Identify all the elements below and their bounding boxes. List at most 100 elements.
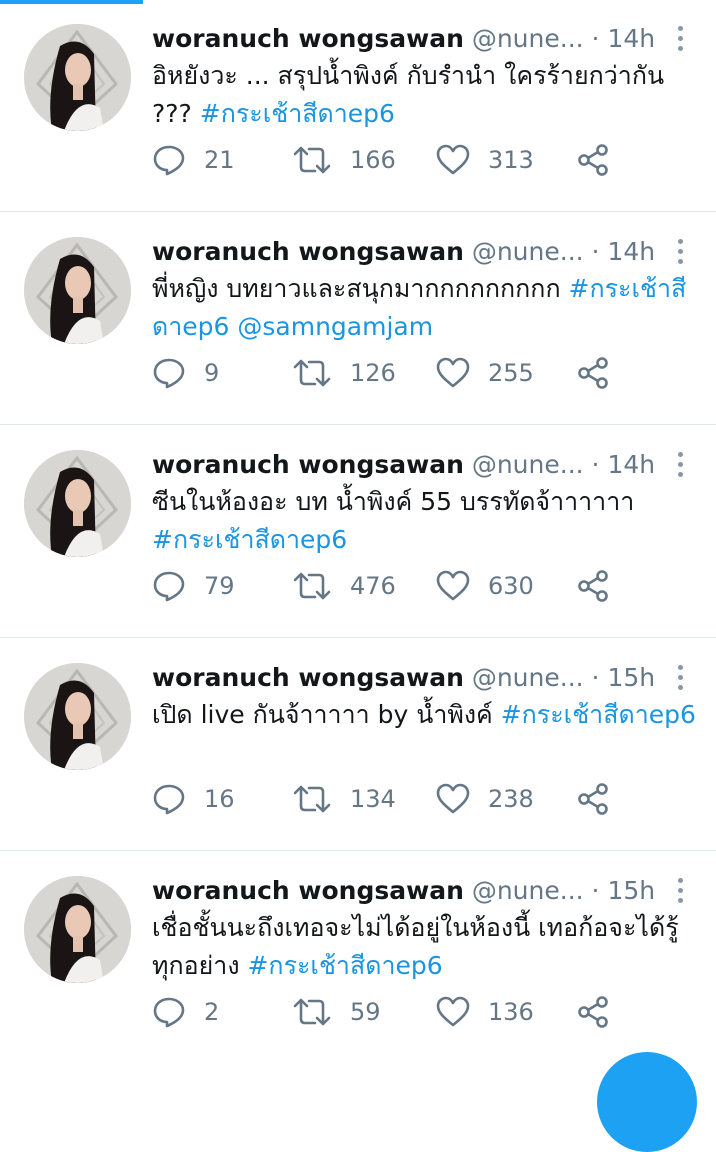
hashtag-link[interactable]: #กระเช้าสีดาep6: [247, 951, 442, 980]
avatar-image: [24, 24, 131, 131]
tweet-time: 14h: [607, 24, 656, 53]
avatar-image: [24, 876, 131, 983]
like-button[interactable]: 630: [436, 566, 534, 606]
tweet-item[interactable]: woranuch wongsawan @nune... · 15h เชื่อช…: [0, 852, 716, 1064]
tweet-header: woranuch wongsawan @nune... · 14h: [152, 448, 656, 482]
reply-count: 79: [204, 572, 235, 600]
author-handle[interactable]: @nune...: [472, 450, 584, 479]
author-name[interactable]: woranuch wongsawan: [152, 24, 464, 53]
share-icon: [578, 996, 608, 1028]
tweet-body: พี่หญิง บทยาวและสนุกมากกกกกกกกก: [152, 274, 569, 303]
like-button[interactable]: 313: [436, 140, 534, 180]
author-name[interactable]: woranuch wongsawan: [152, 450, 464, 479]
reply-button[interactable]: 79: [152, 566, 235, 606]
share-button[interactable]: [576, 140, 610, 180]
retweet-count: 126: [350, 359, 396, 387]
share-button[interactable]: [576, 992, 610, 1032]
more-vertical-icon[interactable]: [670, 452, 690, 480]
tweet-item[interactable]: woranuch wongsawan @nune... · 14h พี่หญิ…: [0, 213, 716, 425]
reply-button[interactable]: 16: [152, 779, 235, 819]
tweet-actions: 21 166 313: [152, 140, 672, 180]
tweet-text: ซีนในห้องอะ บท น้ำพิงค์ 55 บรรทัดจ้าาาาา…: [152, 483, 700, 559]
reply-button[interactable]: 9: [152, 353, 219, 393]
reply-icon: [153, 784, 185, 815]
author-handle[interactable]: @nune...: [472, 663, 584, 692]
retweet-icon: [293, 785, 331, 813]
reply-count: 16: [204, 785, 235, 813]
heart-icon: [436, 996, 470, 1027]
share-button[interactable]: [576, 779, 610, 819]
tweet-item[interactable]: woranuch wongsawan @nune... · 14h อิหยัง…: [0, 0, 716, 212]
more-vertical-icon[interactable]: [670, 26, 690, 54]
heart-icon: [436, 144, 470, 175]
reply-button[interactable]: 2: [152, 992, 219, 1032]
share-icon: [578, 570, 608, 602]
avatar-image: [24, 663, 131, 770]
avatar[interactable]: [24, 663, 131, 770]
separator-dot: ·: [591, 450, 600, 479]
retweet-button[interactable]: 59: [292, 992, 381, 1032]
avatar[interactable]: [24, 876, 131, 983]
reply-icon: [153, 145, 185, 176]
retweet-count: 166: [350, 146, 396, 174]
like-count: 255: [488, 359, 534, 387]
author-handle[interactable]: @nune...: [472, 24, 584, 53]
avatar-image: [24, 450, 131, 557]
author-handle[interactable]: @nune...: [472, 876, 584, 905]
retweet-count: 134: [350, 785, 396, 813]
tweet-text: อิหยังวะ ... สรุปน้ำพิงค์ กับรำนำ ใครร้า…: [152, 57, 700, 133]
reply-icon: [153, 997, 185, 1028]
retweet-icon: [293, 998, 331, 1026]
tweet-actions: 16 134 238: [152, 779, 672, 819]
like-count: 630: [488, 572, 534, 600]
share-button[interactable]: [576, 353, 610, 393]
retweet-button[interactable]: 166: [292, 140, 396, 180]
separator-dot: ·: [591, 237, 600, 266]
heart-icon: [436, 357, 470, 388]
separator-dot: ·: [591, 663, 600, 692]
share-button[interactable]: [576, 566, 610, 606]
heart-icon: [436, 570, 470, 601]
avatar[interactable]: [24, 24, 131, 131]
reply-count: 2: [204, 998, 220, 1026]
more-vertical-icon[interactable]: [670, 878, 690, 906]
retweet-button[interactable]: 476: [292, 566, 396, 606]
tweet-actions: 9 126 255: [152, 353, 672, 393]
share-icon: [578, 144, 608, 176]
avatar[interactable]: [24, 450, 131, 557]
retweet-icon: [293, 359, 331, 387]
reply-button[interactable]: 21: [152, 140, 235, 180]
author-name[interactable]: woranuch wongsawan: [152, 237, 464, 266]
tweet-item[interactable]: woranuch wongsawan @nune... · 15h เปิด l…: [0, 639, 716, 851]
like-button[interactable]: 255: [436, 353, 534, 393]
retweet-button[interactable]: 134: [292, 779, 396, 819]
author-name[interactable]: woranuch wongsawan: [152, 663, 464, 692]
reply-count: 21: [204, 146, 235, 174]
tweet-time: 15h: [607, 663, 656, 692]
tweet-header: woranuch wongsawan @nune... · 15h: [152, 661, 656, 695]
retweet-count: 476: [350, 572, 396, 600]
avatar[interactable]: [24, 237, 131, 344]
share-icon: [578, 357, 608, 389]
author-handle[interactable]: @nune...: [472, 237, 584, 266]
tweet-time: 15h: [607, 876, 656, 905]
like-button[interactable]: 136: [436, 992, 534, 1032]
separator-dot: ·: [591, 24, 600, 53]
reply-icon: [153, 571, 185, 602]
tweet-time: 14h: [607, 450, 656, 479]
retweet-button[interactable]: 126: [292, 353, 396, 393]
retweet-count: 59: [350, 998, 381, 1026]
hashtag-link[interactable]: #กระเช้าสีดาep6: [152, 525, 347, 554]
compose-tweet-button[interactable]: [597, 1052, 697, 1152]
tweet-body: เปิด live กันจ้าาาาา by น้ำพิงค์: [152, 700, 501, 729]
separator-dot: ·: [591, 876, 600, 905]
more-vertical-icon[interactable]: [670, 239, 690, 267]
author-name[interactable]: woranuch wongsawan: [152, 876, 464, 905]
hashtag-link[interactable]: #กระเช้าสีดาep6: [200, 99, 395, 128]
tweet-item[interactable]: woranuch wongsawan @nune... · 14h ซีนในห…: [0, 426, 716, 638]
reply-icon: [153, 358, 185, 389]
like-button[interactable]: 238: [436, 779, 534, 819]
hashtag-link[interactable]: #กระเช้าสีดาep6: [501, 700, 696, 729]
more-vertical-icon[interactable]: [670, 665, 690, 693]
retweet-icon: [293, 146, 331, 174]
